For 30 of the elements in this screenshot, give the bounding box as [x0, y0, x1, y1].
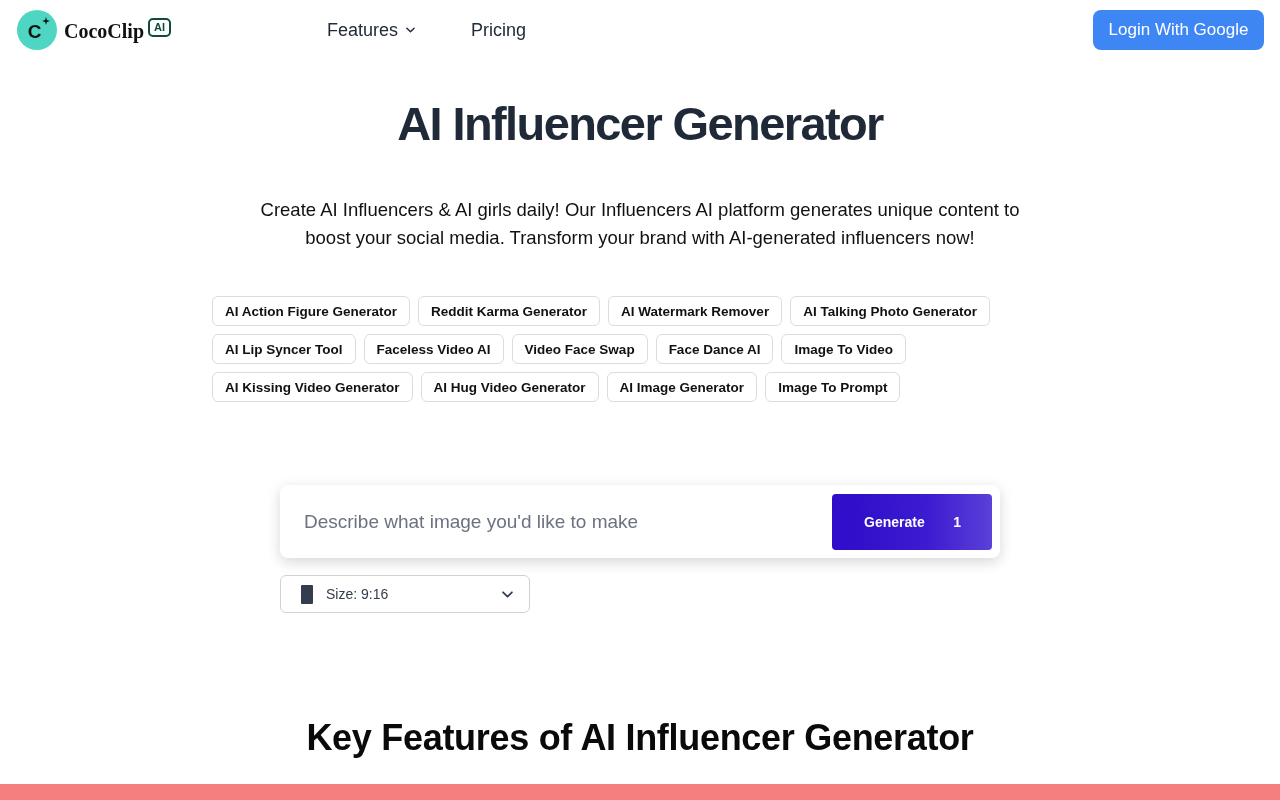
chevron-down-icon: [406, 27, 416, 33]
nav-link[interactable]: Features: [327, 19, 416, 41]
section-heading: Key Features of AI Influencer Generator: [306, 716, 974, 760]
tool-link[interactable]: AI Watermark Remover: [608, 296, 783, 326]
tool-link[interactable]: AI Lip Syncer Tool: [212, 334, 356, 364]
tool-link[interactable]: Image To Prompt: [765, 372, 901, 402]
generate-button[interactable]: Generate 1: [832, 493, 992, 550]
description-text: Create AI Influencers & AI girls daily! Our Influencers AI platform generates unique content to boost your social media. Transform your brand with AI-generated influencers now!: [259, 198, 1021, 250]
logo-mark[interactable]: C: [17, 10, 57, 50]
tool-link[interactable]: AI Kissing Video Generator: [212, 372, 413, 402]
size-dropdown[interactable]: Size: 9:16: [280, 575, 530, 613]
portrait-rectangle-icon: [301, 584, 313, 604]
page-title: AI Influencer Generator: [397, 96, 883, 152]
chevron-down-icon: [502, 590, 513, 598]
logo-text[interactable]: CocoClip: [64, 19, 144, 43]
tool-link[interactable]: AI Action Figure Generator: [212, 296, 411, 326]
tool-link[interactable]: AI Talking Photo Generator: [790, 296, 990, 326]
ai-badge: AI: [148, 18, 171, 37]
logo-letter: C: [27, 20, 42, 43]
tool-link[interactable]: Video Face Swap: [511, 334, 648, 364]
sparkle-icon: [42, 17, 50, 25]
tool-link[interactable]: Reddit Karma Generator: [418, 296, 601, 326]
prompt-input[interactable]: Describe what image you'd like to make: [304, 501, 832, 542]
tool-link[interactable]: Image To Video: [781, 334, 906, 364]
tool-link[interactable]: AI Hug Video Generator: [420, 372, 599, 402]
login-button[interactable]: Login With Google: [1093, 10, 1264, 50]
tool-link[interactable]: AI Image Generator: [606, 372, 758, 402]
tool-link[interactable]: Faceless Video AI: [363, 334, 504, 364]
nav-link[interactable]: Pricing: [471, 19, 527, 41]
tool-link[interactable]: Face Dance AI: [655, 334, 774, 364]
